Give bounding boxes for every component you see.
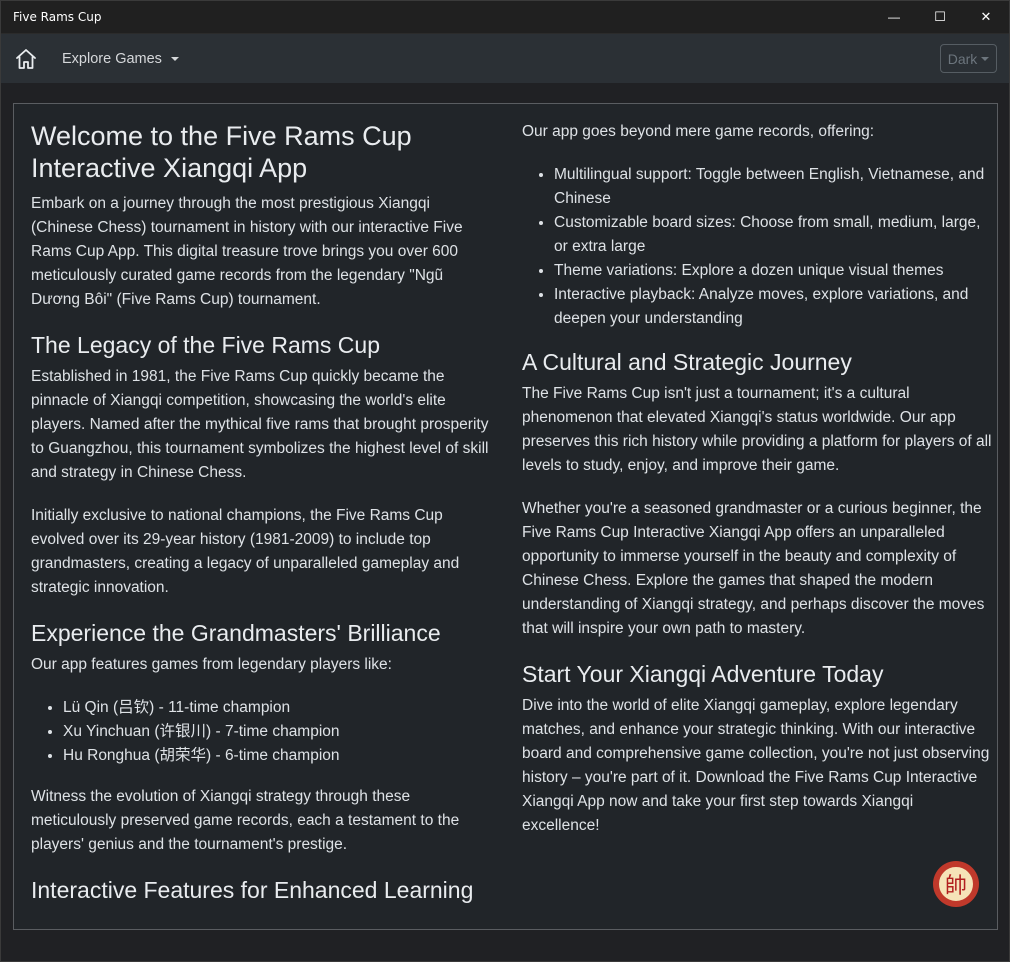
start-paragraph: Dive into the world of elite Xiangqi gam… <box>522 697 990 834</box>
explore-games-dropdown[interactable]: Explore Games <box>62 51 179 67</box>
list-item: Theme variations: Explore a dozen unique… <box>554 259 992 283</box>
legacy-paragraph-1: Established in 1981, the Five Rams Cup q… <box>31 368 489 481</box>
experience-heading: Experience the Grandmasters' Brilliance <box>31 620 441 646</box>
maximize-button[interactable]: ☐ <box>917 1 963 33</box>
experience-intro: Our app features games from legendary pl… <box>31 656 392 673</box>
features-intro: Our app goes beyond mere game records, o… <box>522 123 875 140</box>
minimize-icon: — <box>888 10 900 24</box>
list-item: Interactive playback: Analyze moves, exp… <box>554 283 992 331</box>
journey-paragraph-1: The Five Rams Cup isn't just a tournamen… <box>522 385 992 474</box>
start-heading: Start Your Xiangqi Adventure Today <box>522 661 884 687</box>
main-content[interactable]: Welcome to the Five Rams Cup Interactive… <box>13 103 998 930</box>
explore-games-label: Explore Games <box>62 50 162 67</box>
window-controls: — ☐ ✕ <box>871 1 1009 33</box>
list-item: Customizable board sizes: Choose from sm… <box>554 211 992 259</box>
players-list: Lü Qin (吕钦) - 11-time champion Xu Yinchu… <box>31 696 491 768</box>
window-title: Five Rams Cup <box>13 10 102 24</box>
list-item: Hu Ronghua (胡荣华) - 6-time champion <box>63 744 491 768</box>
chevron-down-icon <box>981 56 990 61</box>
welcome-paragraph: Embark on a journey through the most pre… <box>31 195 463 308</box>
list-item: Multilingual support: Toggle between Eng… <box>554 163 992 211</box>
list-item: Xu Yinchuan (许银川) - 7-time champion <box>63 720 491 744</box>
chevron-down-icon <box>170 56 179 61</box>
title-bar: Five Rams Cup — ☐ ✕ <box>1 1 1009 34</box>
xiangqi-general-piece-icon: 帥 <box>937 865 975 903</box>
close-icon: ✕ <box>980 9 992 24</box>
home-button[interactable] <box>13 46 39 72</box>
left-column: Welcome to the Five Rams Cup Interactive… <box>31 104 491 910</box>
minimize-button[interactable]: — <box>871 1 917 33</box>
experience-outro: Witness the evolution of Xiangqi strateg… <box>31 788 460 853</box>
maximize-icon: ☐ <box>934 9 946 24</box>
fab-glyph: 帥 <box>944 874 967 899</box>
app-window: Five Rams Cup — ☐ ✕ Explore Games Dark W… <box>0 0 1010 962</box>
theme-dropdown[interactable]: Dark <box>940 44 997 73</box>
home-icon <box>16 48 36 69</box>
welcome-heading: Welcome to the Five Rams Cup Interactive… <box>31 121 412 183</box>
navbar: Explore Games Dark <box>1 34 1009 83</box>
xiangqi-general-button[interactable]: 帥 <box>933 861 979 907</box>
legacy-paragraph-2: Initially exclusive to national champion… <box>31 507 460 596</box>
close-button[interactable]: ✕ <box>963 1 1009 33</box>
right-column: Our app goes beyond mere game records, o… <box>522 104 992 857</box>
theme-label: Dark <box>947 50 978 67</box>
journey-heading: A Cultural and Strategic Journey <box>522 349 852 375</box>
legacy-heading: The Legacy of the Five Rams Cup <box>31 332 380 358</box>
list-item: Lü Qin (吕钦) - 11-time champion <box>63 696 491 720</box>
features-list: Multilingual support: Toggle between Eng… <box>522 163 992 331</box>
journey-paragraph-2: Whether you're a seasoned grandmaster or… <box>522 500 985 637</box>
features-heading: Interactive Features for Enhanced Learni… <box>31 877 474 903</box>
